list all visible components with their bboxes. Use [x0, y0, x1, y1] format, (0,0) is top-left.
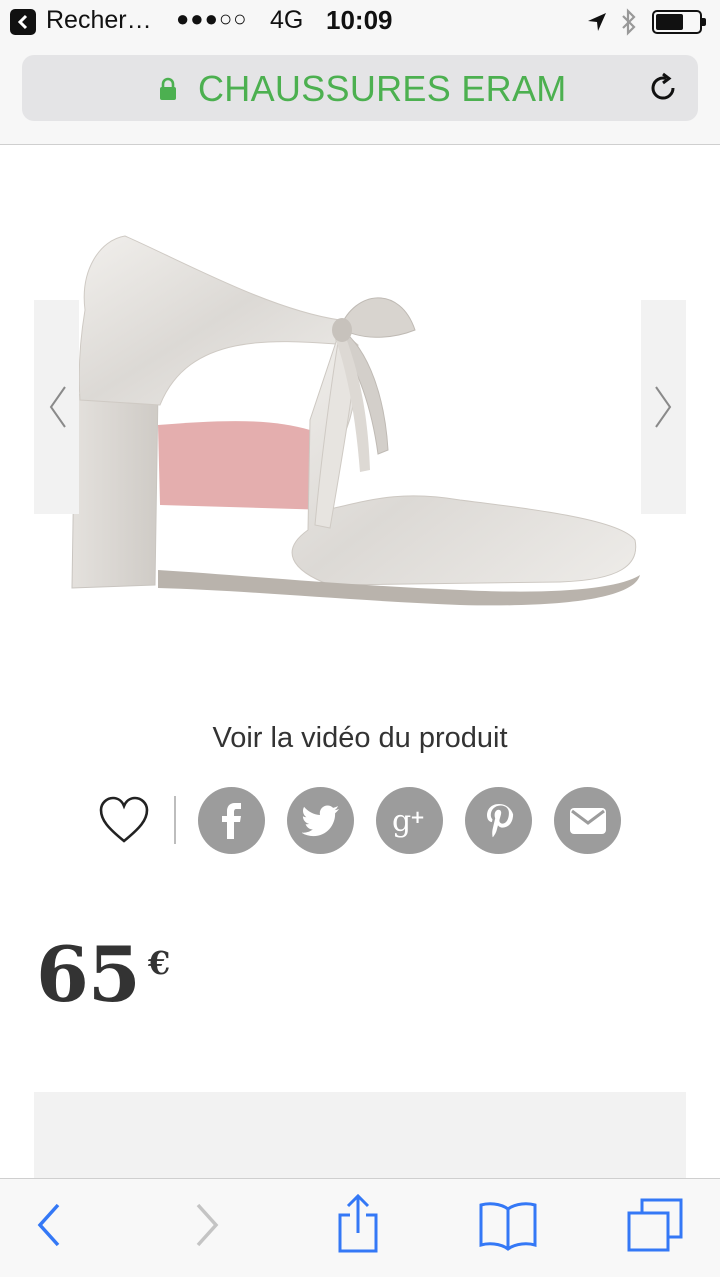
- share-icon[interactable]: [334, 1193, 382, 1255]
- chevron-right-icon: [654, 386, 671, 428]
- heart-icon[interactable]: [98, 795, 150, 845]
- product-video-link[interactable]: Voir la vidéo du produit: [0, 722, 720, 755]
- shoe-product-image: [71, 235, 640, 606]
- back-to-app-icon[interactable]: [10, 9, 36, 35]
- email-icon: [569, 807, 606, 834]
- address-bar[interactable]: CHAUSSURES ERAM: [22, 55, 698, 121]
- tabs-icon[interactable]: [626, 1197, 684, 1253]
- back-app-label[interactable]: Recher…: [46, 6, 152, 35]
- product-price: 65: [36, 930, 141, 1019]
- email-share-button[interactable]: [554, 787, 621, 854]
- twitter-icon: [301, 805, 339, 836]
- bookmarks-icon[interactable]: [478, 1199, 538, 1251]
- browser-toolbar: [0, 1178, 720, 1277]
- lock-icon: [160, 77, 176, 100]
- carousel-next-button[interactable]: [641, 300, 686, 514]
- clock: 10:09: [326, 5, 393, 35]
- facebook-share-button[interactable]: [198, 787, 265, 854]
- location-arrow-icon: [588, 13, 606, 31]
- price-currency: €: [148, 944, 171, 982]
- battery-icon: [652, 10, 706, 34]
- product-details-panel: [34, 1092, 686, 1192]
- forward-icon[interactable]: [192, 1201, 222, 1249]
- google-plus-icon: g +: [392, 804, 425, 839]
- signal-strength-icon: ●●●○○: [176, 6, 248, 31]
- twitter-share-button[interactable]: [287, 787, 354, 854]
- carousel-prev-button[interactable]: [34, 300, 79, 514]
- chevron-left-icon: [49, 386, 66, 428]
- browser-address-area: CHAUSSURES ERAM: [0, 46, 720, 145]
- google-plus-share-button[interactable]: g +: [376, 787, 443, 854]
- svg-text:+: +: [410, 807, 425, 828]
- page-title[interactable]: CHAUSSURES ERAM: [198, 68, 567, 110]
- svg-text:g: g: [392, 804, 411, 839]
- bluetooth-icon: [622, 8, 636, 36]
- reload-icon[interactable]: [646, 71, 680, 105]
- pinterest-share-button[interactable]: [465, 787, 532, 854]
- status-bar: Recher… ●●●○○ 4G 10:09: [0, 0, 720, 46]
- network-type: 4G: [270, 6, 304, 34]
- pinterest-icon: [486, 803, 513, 837]
- facebook-icon: [221, 802, 241, 839]
- back-icon[interactable]: [34, 1201, 64, 1249]
- divider: [174, 796, 176, 844]
